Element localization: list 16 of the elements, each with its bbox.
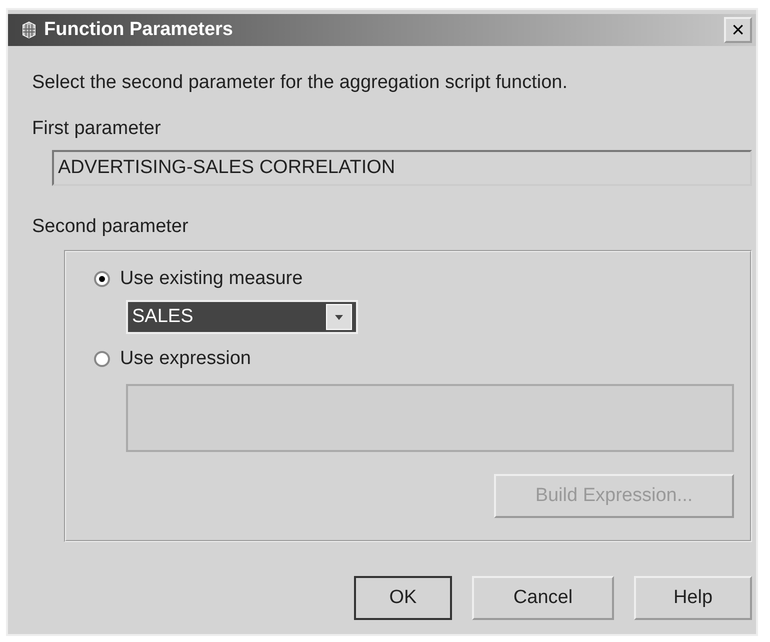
radio-option[interactable]: Use existing measure xyxy=(94,264,750,294)
first-parameter-field[interactable]: ADVERTISING-SALES CORRELATION xyxy=(52,150,752,186)
radio-icon[interactable] xyxy=(94,351,110,367)
second-parameter-label: Second parameter xyxy=(32,216,190,238)
radio-icon[interactable] xyxy=(94,271,110,287)
dialog-button[interactable]: OK xyxy=(354,576,452,620)
radio-option[interactable]: Use expression xyxy=(94,344,750,374)
measure-dropdown[interactable]: SALES xyxy=(126,300,358,334)
dialog-button[interactable]: Help xyxy=(634,576,752,620)
window-title: Function Parameters xyxy=(44,19,234,41)
cube-icon xyxy=(20,21,38,39)
first-parameter-label: First parameter xyxy=(32,118,162,140)
close-button[interactable]: × xyxy=(724,17,752,43)
instruction-text: Select the second parameter for the aggregation script function. xyxy=(32,72,568,94)
expression-field[interactable] xyxy=(126,384,734,452)
dialog-button[interactable]: Cancel xyxy=(472,576,614,620)
